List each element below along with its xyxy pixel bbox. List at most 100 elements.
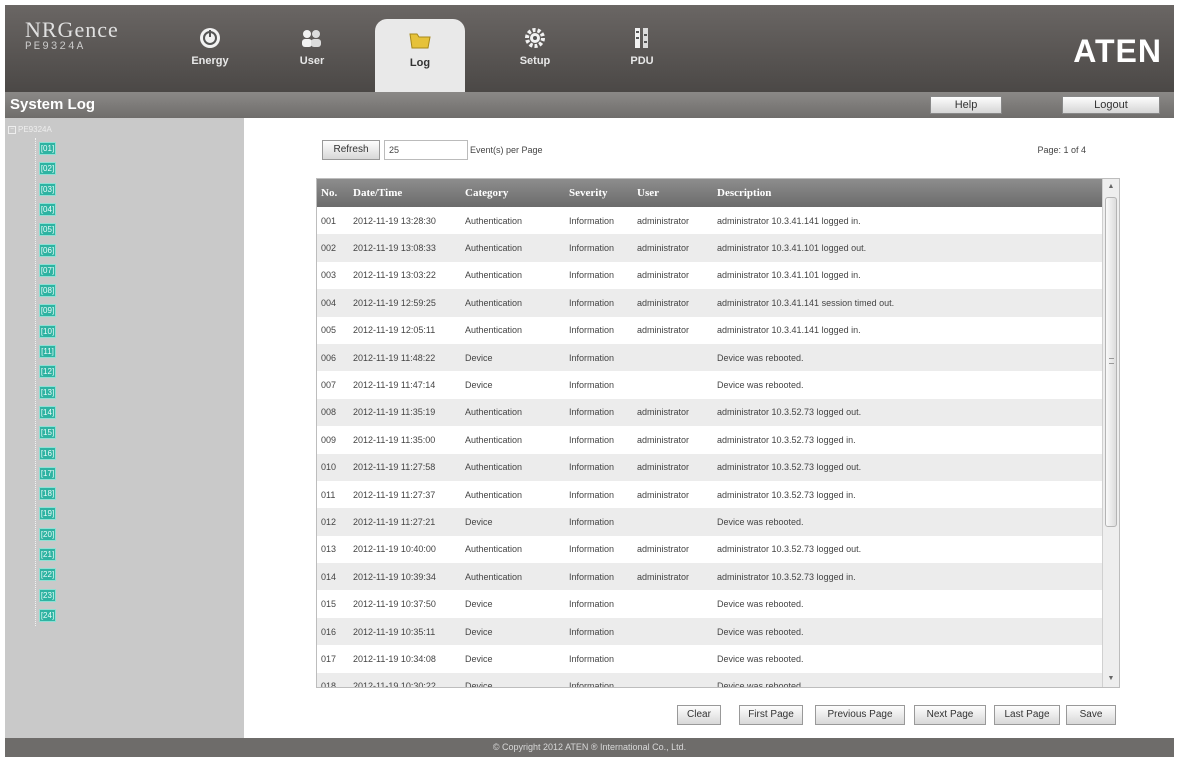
tree-root[interactable]: − PE9324A xyxy=(8,125,52,134)
sidebar-port-item[interactable]: [14] xyxy=(39,405,56,419)
cell-category: Authentication xyxy=(465,571,523,582)
table-row[interactable]: 002 2012-11-19 13:08:33 Authentication Info… xyxy=(317,234,1103,262)
cell-category: Authentication xyxy=(465,462,523,473)
sidebar-port-item[interactable]: [05] xyxy=(39,223,56,237)
cell-category: Authentication xyxy=(465,407,523,418)
cell-description: Device was rebooted. xyxy=(717,380,804,391)
sidebar-port-item[interactable]: [03] xyxy=(39,182,56,196)
cell-user: administrator xyxy=(637,489,690,500)
sidebar-port-item[interactable]: [09] xyxy=(39,304,56,318)
table-header-row: No. Date/Time Category Severity User Des… xyxy=(317,179,1103,207)
sidebar-port-item[interactable]: [02] xyxy=(39,162,56,176)
cell-user: administrator xyxy=(637,462,690,473)
tab-pdu[interactable]: PDU xyxy=(597,17,687,92)
table-row[interactable]: 006 2012-11-19 11:48:22 Device Information D… xyxy=(317,343,1103,372)
column-header-description[interactable]: Description xyxy=(713,179,1103,207)
sidebar-port-item[interactable]: [20] xyxy=(39,527,56,541)
cell-category: Authentication xyxy=(465,325,523,336)
sidebar-port-item[interactable]: [18] xyxy=(39,487,56,501)
cell-datetime: 2012-11-19 11:27:58 xyxy=(353,462,436,473)
sidebar-port-item[interactable]: [21] xyxy=(39,548,56,561)
help-button[interactable]: Help xyxy=(930,96,1002,114)
clear-button[interactable]: Clear xyxy=(677,705,721,725)
scroll-thumb[interactable] xyxy=(1105,197,1117,527)
table-row[interactable]: 007 2012-11-19 11:47:14 Device Information D… xyxy=(317,371,1103,399)
collapse-icon[interactable]: − xyxy=(8,125,16,134)
cell-description: administrator 10.3.52.73 logged in. xyxy=(717,434,856,445)
events-per-page-input[interactable] xyxy=(384,140,468,160)
table-row[interactable]: 016 2012-11-19 10:35:11 Device Information D… xyxy=(317,617,1103,646)
sidebar-port-item[interactable]: [24] xyxy=(39,608,56,622)
cell-severity: Information xyxy=(569,407,615,418)
sidebar-port-item[interactable]: [23] xyxy=(39,588,56,602)
table-row[interactable]: 010 2012-11-19 11:27:58 Authentication Info… xyxy=(317,453,1103,481)
first-page-button[interactable]: First Page xyxy=(739,705,803,725)
scroll-down-arrow-icon[interactable]: ▼ xyxy=(1103,671,1119,687)
sidebar-port-item[interactable]: [07] xyxy=(39,263,56,277)
tab-energy[interactable]: Energy xyxy=(165,17,255,92)
sidebar-port-item[interactable]: [17] xyxy=(39,466,56,480)
cell-category: Device xyxy=(465,653,493,664)
tab-log[interactable]: Log xyxy=(375,19,465,92)
logout-button[interactable]: Logout xyxy=(1062,96,1160,114)
sidebar-port-item[interactable]: [16] xyxy=(39,446,56,460)
refresh-button[interactable]: Refresh xyxy=(322,140,380,160)
table-row[interactable]: 009 2012-11-19 11:35:00 Authentication Info… xyxy=(317,426,1103,454)
grip-icon xyxy=(1109,358,1114,364)
sidebar-port-item[interactable]: [22] xyxy=(39,568,56,582)
sidebar-port-item[interactable]: [10] xyxy=(39,324,56,338)
table-row[interactable]: 014 2012-11-19 10:39:34 Authentication Info… xyxy=(317,563,1103,591)
sidebar-port-item[interactable]: [01] xyxy=(39,142,56,155)
table-row[interactable]: 003 2012-11-19 13:03:22 Authentication Info… xyxy=(317,261,1103,290)
column-header-user[interactable]: User xyxy=(633,179,713,207)
table-row[interactable]: 012 2012-11-19 11:27:21 Device Information D… xyxy=(317,508,1103,536)
column-header-datetime[interactable]: Date/Time xyxy=(349,179,461,207)
sidebar: − PE9324A [01] [02] [03] [04] [05] [06] [07] [0… xyxy=(5,118,244,738)
sidebar-port-item[interactable]: [19] xyxy=(39,507,56,521)
table-row[interactable]: 015 2012-11-19 10:37:50 Device Information D… xyxy=(317,590,1103,618)
table-row[interactable]: 001 2012-11-19 13:28:30 Authentication Info… xyxy=(317,207,1103,235)
top-banner: NRGence PE9324A Energy User Log Setup PD… xyxy=(5,5,1174,92)
tab-setup[interactable]: Setup xyxy=(490,17,580,92)
sidebar-port-item[interactable]: [11] xyxy=(39,345,56,358)
next-page-button[interactable]: Next Page xyxy=(914,705,986,725)
table-row[interactable]: 004 2012-11-19 12:59:25 Authentication Info… xyxy=(317,289,1103,317)
sidebar-port-item[interactable]: [12] xyxy=(39,365,56,379)
column-header-severity[interactable]: Severity xyxy=(565,179,633,207)
cell-severity: Information xyxy=(569,243,615,254)
sidebar-port-item[interactable]: [04] xyxy=(39,202,56,216)
last-page-button[interactable]: Last Page xyxy=(994,705,1060,725)
column-header-category[interactable]: Category xyxy=(461,179,565,207)
column-header-no[interactable]: No. xyxy=(317,179,349,207)
cell-category: Device xyxy=(465,516,493,527)
sidebar-port-item[interactable]: [08] xyxy=(39,284,56,298)
cell-datetime: 2012-11-19 10:35:11 xyxy=(353,626,436,637)
table-row[interactable]: 005 2012-11-19 12:05:11 Authentication Info… xyxy=(317,316,1103,344)
sidebar-port-item[interactable]: [15] xyxy=(39,426,56,440)
cell-no: 007 xyxy=(321,380,337,391)
table-row[interactable]: 017 2012-11-19 10:34:08 Device Information D… xyxy=(317,645,1103,673)
sidebar-port-item[interactable]: [06] xyxy=(39,243,56,257)
tree-root-label: PE9324A xyxy=(18,125,52,134)
cell-datetime: 2012-11-19 13:08:33 xyxy=(353,243,436,254)
tab-user-label: User xyxy=(299,55,325,67)
vertical-scrollbar[interactable]: ▲ ▼ xyxy=(1102,179,1119,687)
power-icon xyxy=(197,25,223,51)
save-button[interactable]: Save xyxy=(1066,705,1116,725)
users-icon xyxy=(299,25,325,51)
scroll-up-arrow-icon[interactable]: ▲ xyxy=(1103,179,1119,195)
table-row[interactable]: 013 2012-11-19 10:40:00 Authentication Info… xyxy=(317,535,1103,564)
cell-no: 002 xyxy=(321,243,337,254)
cell-no: 003 xyxy=(321,270,337,281)
tab-user[interactable]: User xyxy=(267,17,357,92)
table-row[interactable]: 018 2012-11-19 10:30:22 Device Information D… xyxy=(317,672,1103,687)
page-info: Page: 1 of 4 xyxy=(1037,145,1086,155)
cell-category: Authentication xyxy=(465,243,523,254)
cell-category: Authentication xyxy=(465,270,523,281)
sidebar-port-item[interactable]: [13] xyxy=(39,385,56,399)
table-row[interactable]: 011 2012-11-19 11:27:37 Authentication Info… xyxy=(317,480,1103,509)
cell-description: Device was rebooted. xyxy=(717,516,804,527)
previous-page-button[interactable]: Previous Page xyxy=(815,705,905,725)
table-row[interactable]: 008 2012-11-19 11:35:19 Authentication Info… xyxy=(317,398,1103,427)
gear-icon xyxy=(522,25,548,51)
